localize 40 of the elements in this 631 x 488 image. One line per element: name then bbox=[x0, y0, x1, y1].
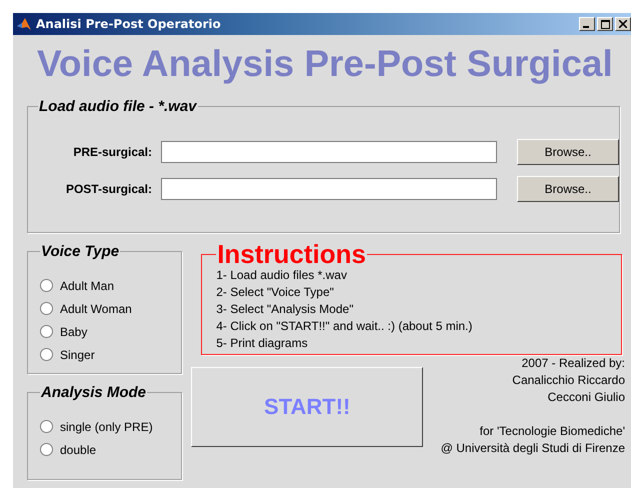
radio-button[interactable] bbox=[40, 279, 53, 292]
browse-button[interactable]: Browse.. bbox=[517, 176, 619, 202]
radio-button[interactable] bbox=[40, 420, 53, 433]
instruction-step: 4- Click on "START!!" and wait.. :) (about 5 min.) bbox=[216, 318, 622, 335]
panel-title: Load audio file - *.wav bbox=[38, 98, 198, 115]
field-label: POST-surgical: bbox=[64, 182, 153, 196]
close-button[interactable] bbox=[615, 17, 631, 31]
credit-line: Canalicchio Riccardo bbox=[511, 372, 625, 389]
option-label: Baby bbox=[60, 324, 88, 338]
credit-line: @ Università degli Studi di Firenze bbox=[440, 440, 625, 457]
credit-line: for 'Tecnologie Biomediche' bbox=[478, 423, 625, 440]
option-label: Singer bbox=[60, 348, 95, 362]
instructions-title: Instructions bbox=[216, 241, 367, 267]
option-label: single (only PRE) bbox=[60, 420, 153, 434]
browse-button[interactable]: Browse.. bbox=[517, 138, 619, 164]
instruction-step: 1- Load audio files *.wav bbox=[216, 267, 622, 284]
window-title: Analisi Pre-Post Operatorio bbox=[36, 17, 222, 31]
radio-button[interactable] bbox=[40, 443, 53, 456]
instruction-step: 3- Select "Analysis Mode" bbox=[216, 301, 622, 318]
field-label: PRE-surgical: bbox=[72, 144, 153, 158]
credit-line: Cecconi Giulio bbox=[546, 389, 625, 406]
minimize-button[interactable] bbox=[579, 17, 595, 31]
app-icon bbox=[16, 16, 32, 32]
instruction-step: 2- Select "Voice Type" bbox=[216, 284, 622, 301]
instruction-step: 5- Print diagrams bbox=[216, 335, 622, 352]
option-label: Adult Man bbox=[60, 278, 114, 292]
credit-line: 2007 - Realized by: bbox=[520, 355, 625, 372]
maximize-button[interactable] bbox=[597, 17, 613, 31]
option-label: Adult Woman bbox=[60, 302, 132, 316]
app-heading: Voice Analysis Pre-Post Surgical bbox=[36, 42, 614, 86]
radio-button[interactable] bbox=[40, 325, 53, 338]
panel-title: Voice Type bbox=[40, 243, 120, 260]
file-path-field[interactable] bbox=[161, 178, 497, 200]
radio-button[interactable] bbox=[40, 348, 53, 361]
radio-button[interactable] bbox=[40, 302, 53, 315]
panel-title: Analysis Mode bbox=[40, 384, 148, 401]
file-path-field[interactable] bbox=[161, 140, 497, 162]
maximize-icon bbox=[600, 20, 610, 28]
option-label: double bbox=[60, 442, 96, 456]
close-icon bbox=[619, 20, 627, 28]
